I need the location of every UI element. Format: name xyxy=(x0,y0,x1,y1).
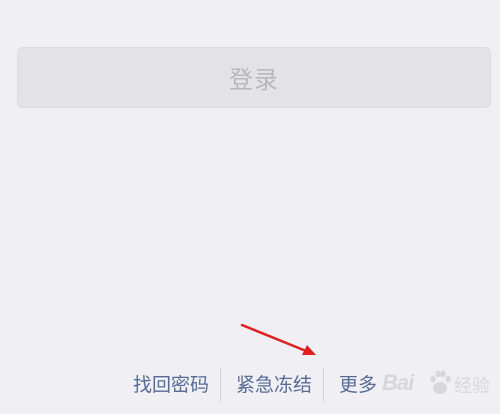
divider xyxy=(323,368,324,402)
divider xyxy=(220,368,221,402)
paw-icon xyxy=(430,370,451,394)
emergency-freeze-link[interactable]: 紧急冻结 xyxy=(236,366,312,404)
more-link[interactable]: 更多 xyxy=(339,366,377,404)
find-password-link[interactable]: 找回密码 xyxy=(133,366,209,404)
watermark-text: Bai xyxy=(382,370,414,395)
login-button[interactable]: 登录 xyxy=(17,47,491,108)
watermark-text-cn: 经验 xyxy=(454,376,490,397)
watermark: Bai 经验 xyxy=(382,364,500,408)
login-button-label: 登录 xyxy=(229,66,279,94)
